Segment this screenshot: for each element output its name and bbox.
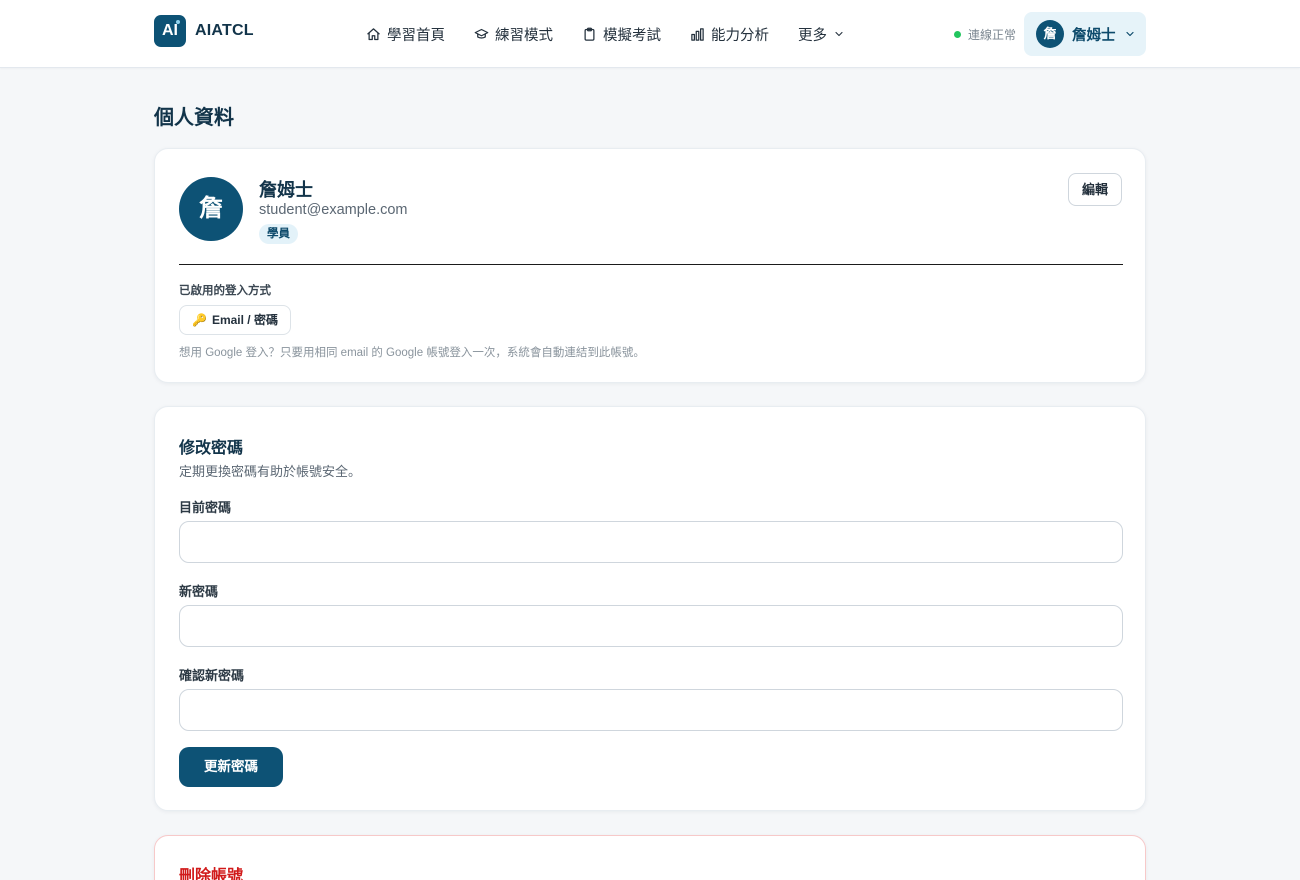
login-methods-label: 已啟用的登入方式 bbox=[179, 285, 271, 297]
nav-label: 能力分析 bbox=[711, 27, 769, 44]
profile-email: student@example.com bbox=[259, 202, 408, 218]
nav-label: 更多 bbox=[798, 27, 827, 44]
section-subtitle: 定期更換密碼有助於帳號安全。 bbox=[179, 464, 362, 479]
bar-chart-icon bbox=[691, 27, 704, 41]
login-method-chip: 🔑 Email / 密碼 bbox=[179, 305, 291, 335]
profile-avatar: 詹 bbox=[179, 177, 243, 241]
nav-item-more[interactable]: 更多 bbox=[798, 24, 845, 45]
profile-card: 詹 詹姆士 student@example.com 學員 編輯 已啟用的登入方式… bbox=[154, 148, 1146, 383]
confirm-password-label: 確認新密碼 bbox=[179, 668, 245, 683]
key-icon: 🔑 bbox=[192, 313, 207, 327]
top-navbar: AI AIATCL 學習首頁 練習模式 模擬考試 能力分析 更多 連線正常 詹 … bbox=[0, 0, 1300, 68]
nav-item-analysis[interactable]: 能力分析 bbox=[690, 24, 769, 45]
divider bbox=[179, 264, 1123, 265]
current-password-label: 目前密碼 bbox=[179, 500, 232, 515]
login-method-text: Email / 密碼 bbox=[211, 313, 278, 327]
nav-item-home[interactable]: 學習首頁 bbox=[366, 24, 445, 45]
login-hint: 想用 Google 登入？只要用相同 email 的 Google 帳號登入一次… bbox=[179, 347, 645, 359]
new-password-input[interactable] bbox=[179, 605, 1123, 647]
update-password-button[interactable]: 更新密碼 bbox=[179, 747, 283, 787]
nav-label: 模擬考試 bbox=[603, 27, 661, 44]
brand[interactable]: AI AIATCL bbox=[154, 15, 254, 47]
edit-button[interactable]: 編輯 bbox=[1068, 173, 1122, 206]
user-name: 詹姆士 bbox=[1072, 27, 1116, 44]
nav-label: 練習模式 bbox=[495, 27, 553, 44]
status-dot-icon bbox=[954, 31, 961, 38]
nav-label: 學習首頁 bbox=[387, 27, 445, 44]
brand-name: AIATCL bbox=[195, 22, 254, 39]
current-password-input[interactable] bbox=[179, 521, 1123, 563]
delete-account-card: 刪除帳號 bbox=[154, 835, 1146, 880]
user-menu-button[interactable]: 詹 詹姆士 bbox=[1024, 12, 1146, 56]
confirm-password-input[interactable] bbox=[179, 689, 1123, 731]
home-icon bbox=[367, 27, 380, 40]
page-title: 個人資料 bbox=[154, 107, 234, 129]
graduation-cap-icon bbox=[474, 28, 489, 39]
logo-text: AI bbox=[162, 22, 178, 39]
profile-name: 詹姆士 bbox=[259, 180, 313, 200]
new-password-label: 新密碼 bbox=[179, 584, 219, 599]
connection-status: 連線正常 bbox=[954, 26, 1016, 43]
nav-item-practice[interactable]: 練習模式 bbox=[474, 24, 553, 45]
main-nav: 學習首頁 練習模式 模擬考試 能力分析 更多 bbox=[366, 0, 874, 68]
logo-icon: AI bbox=[154, 15, 186, 47]
chevron-down-icon bbox=[1125, 31, 1134, 37]
nav-item-exam[interactable]: 模擬考試 bbox=[582, 24, 661, 45]
delete-account-title: 刪除帳號 bbox=[179, 868, 244, 880]
chevron-down-icon bbox=[835, 31, 843, 37]
section-title: 修改密碼 bbox=[179, 440, 244, 457]
role-badge: 學員 bbox=[259, 224, 298, 244]
clipboard-icon bbox=[584, 27, 595, 41]
change-password-card: 修改密碼 定期更換密碼有助於帳號安全。 目前密碼 新密碼 確認新密碼 更新密碼 bbox=[154, 406, 1146, 811]
avatar: 詹 bbox=[1036, 20, 1064, 48]
status-text: 連線正常 bbox=[968, 28, 1017, 42]
